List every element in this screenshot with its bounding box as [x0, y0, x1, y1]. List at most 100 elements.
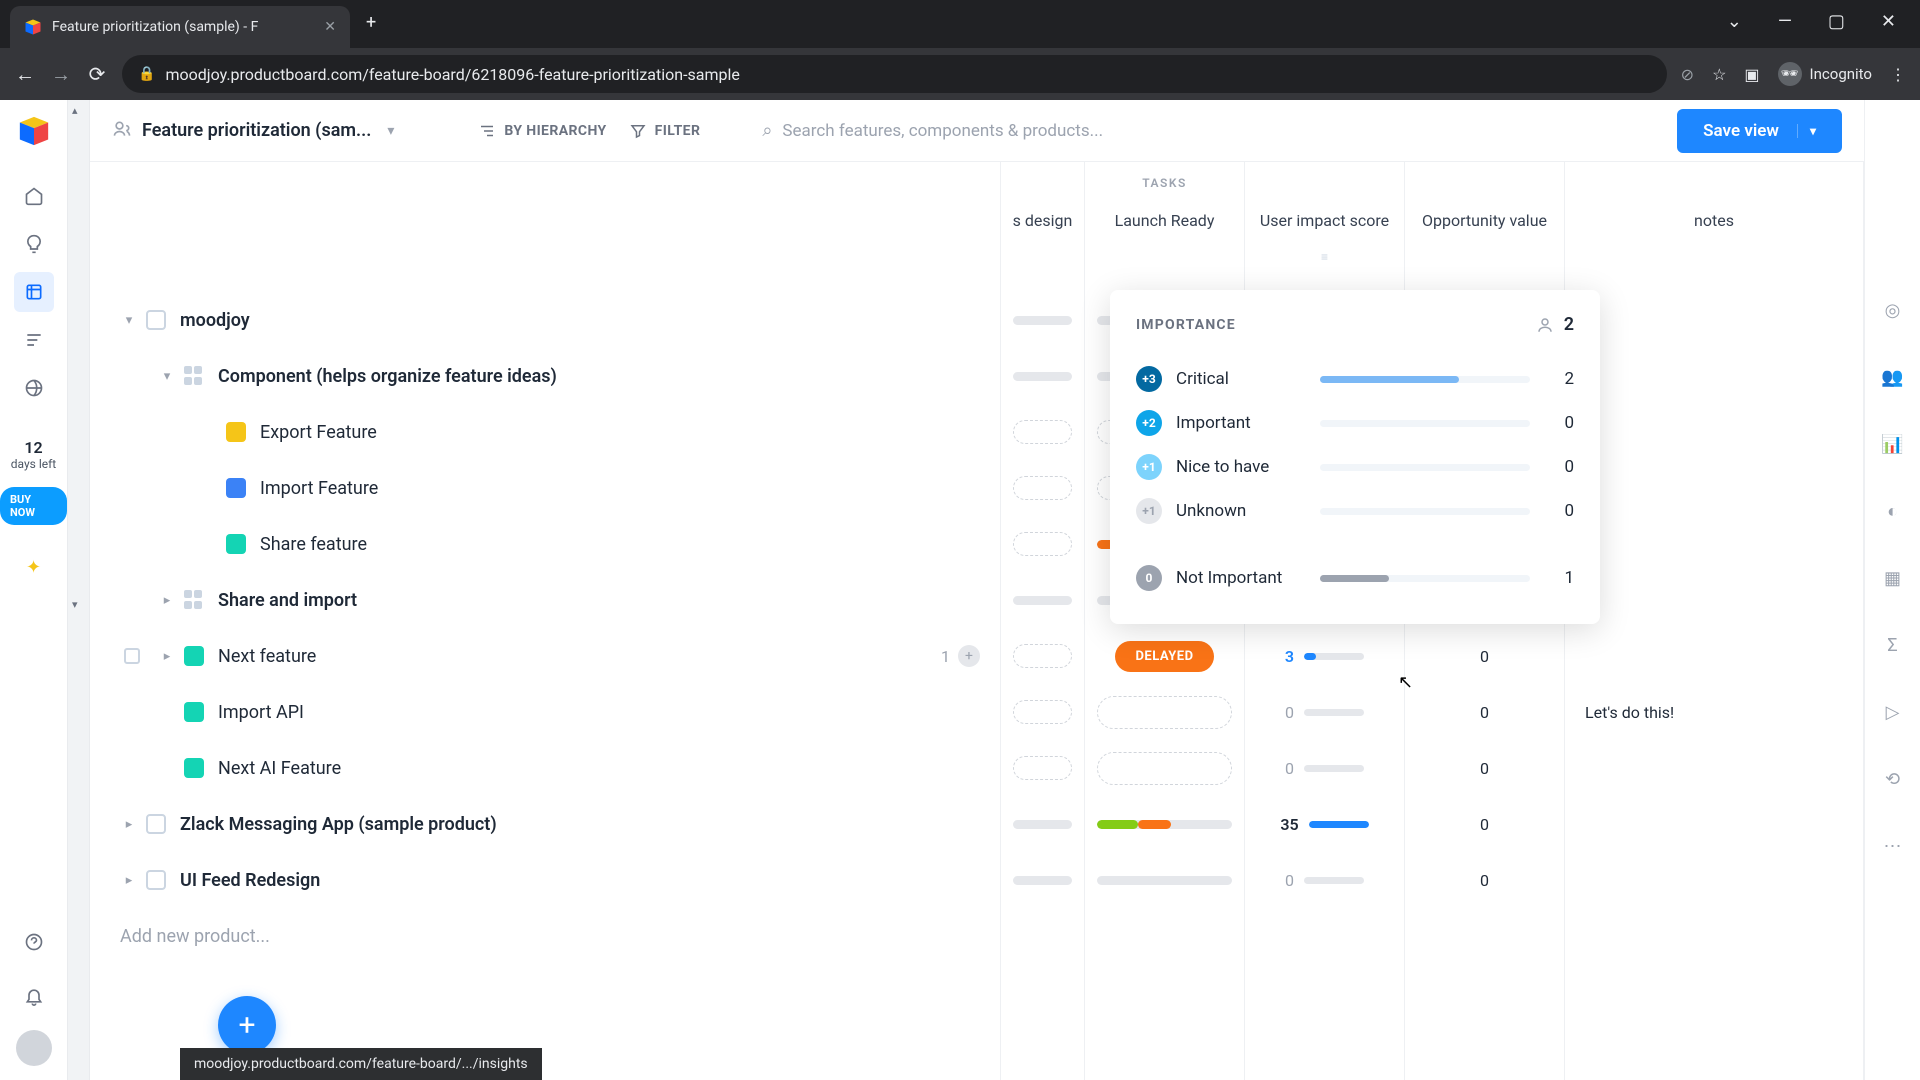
tree-row[interactable]: Add new product... — [90, 908, 1000, 964]
cell[interactable] — [1001, 292, 1084, 348]
filter-toggle[interactable]: FILTER — [629, 122, 701, 140]
cell[interactable] — [1405, 908, 1564, 964]
row-checkbox[interactable] — [124, 648, 140, 664]
importance-row[interactable]: +2Important0 — [1136, 401, 1574, 445]
cell[interactable] — [1565, 740, 1863, 796]
expand-icon[interactable]: ▾ — [158, 369, 176, 384]
tree-row[interactable]: Import Feature — [90, 460, 1000, 516]
calendar-icon[interactable]: ▦ — [1884, 568, 1901, 589]
maximize-icon[interactable]: ▢ — [1828, 11, 1845, 32]
expand-icon[interactable]: ▸ — [120, 817, 138, 832]
cell[interactable] — [1245, 908, 1404, 964]
save-view-button[interactable]: Save view ▾ — [1677, 109, 1842, 153]
cell[interactable] — [1565, 852, 1863, 908]
people-add-icon[interactable]: 👥 — [1881, 367, 1903, 388]
cell[interactable] — [1565, 572, 1863, 628]
cell[interactable]: Let's do this! — [1565, 684, 1863, 740]
help-icon[interactable] — [14, 922, 54, 962]
kebab-menu-icon[interactable]: ⋮ — [1890, 65, 1906, 84]
incognito-indicator[interactable]: 🕶 Incognito — [1778, 62, 1872, 86]
resize-gutter[interactable]: ▴ ▾ — [68, 100, 90, 1080]
address-bar[interactable]: 🔒 moodjoy.productboard.com/feature-board… — [122, 55, 1667, 93]
target-icon[interactable]: ◎ — [1885, 300, 1901, 321]
nav-roadmap[interactable] — [14, 320, 54, 360]
flag-icon[interactable]: ▷ — [1886, 702, 1900, 723]
browser-tab[interactable]: Feature prioritization (sample) - F ✕ — [10, 6, 350, 48]
cell[interactable]: X — [1085, 740, 1244, 796]
cell[interactable]: 0 — [1245, 684, 1404, 740]
cell[interactable] — [1565, 628, 1863, 684]
nav-home[interactable] — [14, 176, 54, 216]
cell[interactable] — [1001, 628, 1084, 684]
view-title[interactable]: Feature prioritization (sam... ▾ — [112, 119, 394, 143]
cell[interactable] — [1001, 740, 1084, 796]
scroll-up-icon[interactable]: ▴ — [72, 104, 78, 117]
search-field[interactable]: ⌕ — [762, 120, 1655, 141]
cell[interactable]: 0 — [1405, 740, 1564, 796]
minimize-icon[interactable]: ― — [1778, 11, 1792, 32]
importance-row[interactable]: +3Critical2 — [1136, 357, 1574, 401]
cell[interactable]: 3 — [1245, 628, 1404, 684]
importance-row[interactable]: +1Unknown0 — [1136, 489, 1574, 533]
expand-icon[interactable]: ▸ — [158, 593, 176, 608]
column-header[interactable]: Launch Ready — [1085, 192, 1244, 250]
chevron-down-icon[interactable]: ⌄ — [1727, 11, 1742, 32]
back-button[interactable]: ← — [14, 62, 36, 87]
add-fab[interactable]: + — [218, 996, 276, 1054]
cell[interactable] — [1565, 460, 1863, 516]
column-header[interactable]: s design — [1001, 192, 1084, 250]
tree-row[interactable]: ▸Share and import — [90, 572, 1000, 628]
cell[interactable] — [1565, 796, 1863, 852]
close-tab-icon[interactable]: ✕ — [324, 19, 336, 35]
tree-row[interactable]: ▸UI Feed Redesign — [90, 852, 1000, 908]
chevron-down-icon[interactable]: ▾ — [387, 123, 394, 139]
cell[interactable]: 0 — [1405, 628, 1564, 684]
cell[interactable]: 0 — [1405, 852, 1564, 908]
cell[interactable] — [1001, 572, 1084, 628]
cell[interactable] — [1001, 684, 1084, 740]
expand-icon[interactable]: ▸ — [158, 649, 176, 664]
panel-icon[interactable]: ▣ — [1744, 65, 1759, 84]
tree-row[interactable]: ▾moodjoy — [90, 292, 1000, 348]
expand-icon[interactable]: ▸ — [120, 873, 138, 888]
cell[interactable]: 0 — [1405, 684, 1564, 740]
cell[interactable] — [1085, 852, 1244, 908]
productboard-logo[interactable] — [17, 114, 51, 148]
tree-row[interactable]: Import API — [90, 684, 1000, 740]
tree-row[interactable]: ▸Zlack Messaging App (sample product) — [90, 796, 1000, 852]
by-hierarchy-toggle[interactable]: BY HIERARCHY — [478, 122, 606, 140]
cell[interactable]: 35 — [1245, 796, 1404, 852]
tree-row[interactable]: Share feature — [90, 516, 1000, 572]
chart-icon[interactable]: 📊 — [1881, 434, 1903, 455]
column-header[interactable]: Opportunity value — [1405, 192, 1564, 250]
cell[interactable] — [1001, 796, 1084, 852]
cell[interactable] — [1565, 404, 1863, 460]
save-view-dropdown[interactable]: ▾ — [1797, 124, 1816, 138]
forward-button[interactable]: → — [50, 62, 72, 87]
more-icon[interactable]: ⋯ — [1884, 836, 1902, 857]
new-tab-button[interactable]: + — [350, 12, 392, 33]
cell[interactable] — [1001, 516, 1084, 572]
cell[interactable]: X — [1085, 684, 1244, 740]
cell[interactable]: 0 — [1405, 796, 1564, 852]
cell[interactable]: DELAYED — [1085, 628, 1244, 684]
nav-portal[interactable] — [14, 368, 54, 408]
sort-icon[interactable]: ≡ — [1245, 250, 1404, 292]
cell[interactable] — [1565, 516, 1863, 572]
cell[interactable]: 0 — [1245, 740, 1404, 796]
buy-now-button[interactable]: BUY NOW — [0, 487, 67, 525]
search-input[interactable] — [782, 121, 1655, 141]
cell[interactable] — [1085, 908, 1244, 964]
cell[interactable]: 0 — [1245, 852, 1404, 908]
eye-off-icon[interactable]: ⊘ — [1681, 65, 1694, 84]
cell[interactable] — [1565, 348, 1863, 404]
cell[interactable] — [1565, 908, 1863, 964]
cell[interactable] — [1565, 292, 1863, 348]
sparkle-icon[interactable]: ✦ — [26, 557, 41, 578]
gauge-icon[interactable]: ◐ — [1887, 501, 1898, 522]
cell[interactable] — [1085, 796, 1244, 852]
cell[interactable] — [1001, 460, 1084, 516]
cell[interactable] — [1001, 908, 1084, 964]
scroll-down-icon[interactable]: ▾ — [72, 598, 78, 611]
cell[interactable] — [1001, 404, 1084, 460]
